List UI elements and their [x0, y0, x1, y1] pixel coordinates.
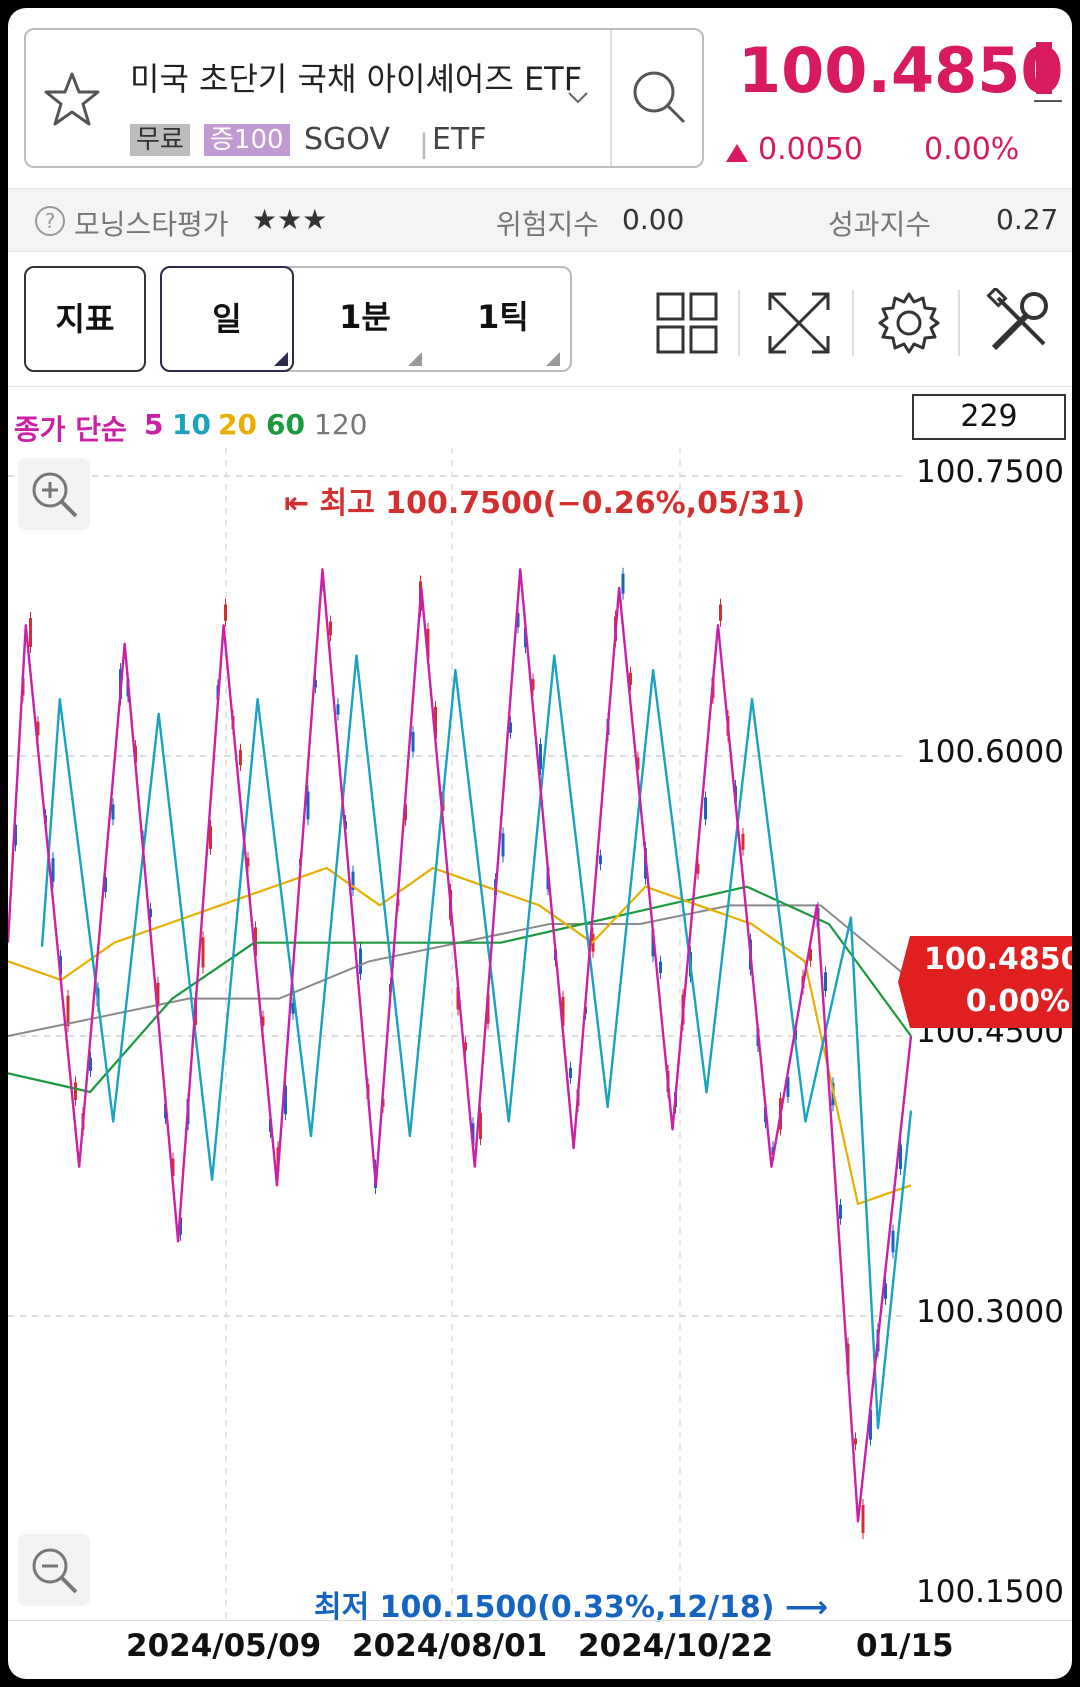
performance-label: 성과지수 — [828, 208, 932, 241]
candle-body — [111, 804, 115, 820]
high-annotation: ⇤ 최고 100.7500(−0.26%,05/31) — [284, 486, 806, 521]
ma-legend-20[interactable]: 20 — [218, 408, 257, 441]
candle-body — [704, 797, 707, 820]
candle-body — [66, 995, 70, 1027]
candle-body — [599, 855, 602, 865]
free-badge: 무료 — [130, 124, 190, 156]
candle-body — [569, 1067, 572, 1078]
margin-badge: 증100 — [204, 124, 290, 156]
candle-body — [201, 937, 205, 968]
layout-grid-icon[interactable] — [652, 288, 722, 358]
candle-body — [501, 833, 505, 857]
ticker-symbol: SGOV — [304, 122, 390, 157]
candle-body — [719, 604, 722, 621]
asset-type: ETF — [432, 122, 487, 157]
zoom-out-button[interactable] — [18, 1534, 90, 1606]
ma-legend-10[interactable]: 10 — [172, 408, 211, 441]
candles — [14, 567, 902, 1539]
candle-body — [861, 1504, 865, 1533]
price-change: 0.0050 — [758, 132, 863, 167]
candle-body — [224, 604, 227, 621]
ma-legend-prefix: 종가 단순 — [14, 413, 127, 446]
last-price-tag: 100.4850 — [924, 942, 1072, 977]
last-pct-tag: 0.00% — [965, 984, 1070, 1019]
candle-body — [336, 704, 340, 715]
x-tick-label: 01/15 — [856, 1628, 954, 1664]
x-axis-line — [8, 1620, 1072, 1621]
rating-stars: ★★★ — [252, 203, 328, 236]
divider — [738, 290, 740, 356]
candle-body — [824, 972, 827, 991]
current-price: 100.4850 — [738, 34, 1064, 107]
help-icon[interactable]: ? — [34, 205, 66, 237]
risk-label: 위험지수 — [496, 208, 600, 241]
divider — [852, 290, 854, 356]
candle-body — [659, 961, 662, 974]
candle-body — [854, 1438, 857, 1445]
search-icon[interactable] — [626, 64, 692, 130]
corner-arrow-icon — [546, 352, 560, 366]
candle-body — [741, 833, 745, 850]
stock-header-card[interactable]: 미국 초단기 국채 아이셰어즈 ETF 무료 증100 SGOV ㅣ ETF — [24, 28, 704, 168]
y-tick-label: 100.6000 — [916, 734, 1064, 770]
x-tick-label: 2024/05/09 — [126, 1628, 322, 1664]
candle-body — [29, 618, 32, 647]
y-tick-label: 100.3000 — [916, 1294, 1064, 1330]
candle-body — [74, 1082, 77, 1100]
ma-legend-5[interactable]: 5 — [144, 408, 163, 441]
risk-value: 0.00 — [622, 203, 685, 236]
settings-gear-icon[interactable] — [874, 288, 944, 358]
ma-legend-120[interactable]: 120 — [314, 408, 367, 441]
zoom-in-icon — [32, 472, 78, 518]
y-tick-label: 100.7500 — [916, 454, 1064, 490]
star-favorite-icon[interactable] — [40, 68, 104, 132]
ma120-line — [8, 904, 912, 1037]
price-bar-base — [1034, 100, 1062, 102]
divider — [610, 30, 612, 166]
y-tick-label: 100.1500 — [916, 1574, 1064, 1610]
fullscreen-expand-icon[interactable] — [764, 288, 834, 358]
divider — [958, 290, 960, 356]
zoom-out-icon — [32, 1548, 78, 1594]
chevron-down-icon[interactable] — [566, 90, 590, 106]
corner-arrow-icon — [274, 352, 288, 366]
app-screen: 미국 초단기 국채 아이셰어즈 ETF 무료 증100 SGOV ㅣ ETF 1… — [8, 8, 1072, 1679]
rating-label: 모닝스타평가 — [74, 208, 229, 241]
candle-body — [51, 858, 55, 882]
candle-body — [329, 621, 332, 636]
ma-legend-60[interactable]: 60 — [266, 408, 305, 441]
candle-body — [621, 573, 625, 594]
divider — [8, 386, 1072, 387]
price-change-pct: 0.00% — [924, 132, 1020, 167]
candle-body — [239, 749, 242, 766]
x-tick-label: 2024/10/22 — [578, 1628, 774, 1664]
price-bar-marker — [1036, 42, 1052, 94]
performance-value: 0.27 — [996, 203, 1059, 236]
candle-body — [359, 948, 362, 975]
candle-body — [891, 1230, 895, 1253]
moving-average-lines — [8, 568, 913, 1523]
x-tick-label: 2024/08/01 — [352, 1628, 548, 1664]
svg-text:?: ? — [45, 209, 56, 233]
price-chart[interactable] — [8, 448, 1072, 1628]
left-arrow-icon: ⇤ — [284, 486, 320, 521]
candle-body — [411, 731, 415, 752]
corner-arrow-icon — [408, 352, 422, 366]
candle-body — [839, 1204, 842, 1219]
indicator-button[interactable]: 지표 — [24, 266, 146, 372]
stock-name[interactable]: 미국 초단기 국채 아이셰어즈 ETF — [130, 54, 582, 100]
up-triangle-icon — [726, 144, 748, 162]
zoom-in-button[interactable] — [18, 458, 90, 530]
fund-info-row: ? 모닝스타평가 ★★★ 위험지수 0.00 성과지수 0.27 — [8, 188, 1072, 252]
candle-count-box[interactable]: 229 — [912, 394, 1066, 440]
ma10-line — [40, 654, 913, 1430]
tools-wrench-icon[interactable] — [984, 288, 1054, 358]
